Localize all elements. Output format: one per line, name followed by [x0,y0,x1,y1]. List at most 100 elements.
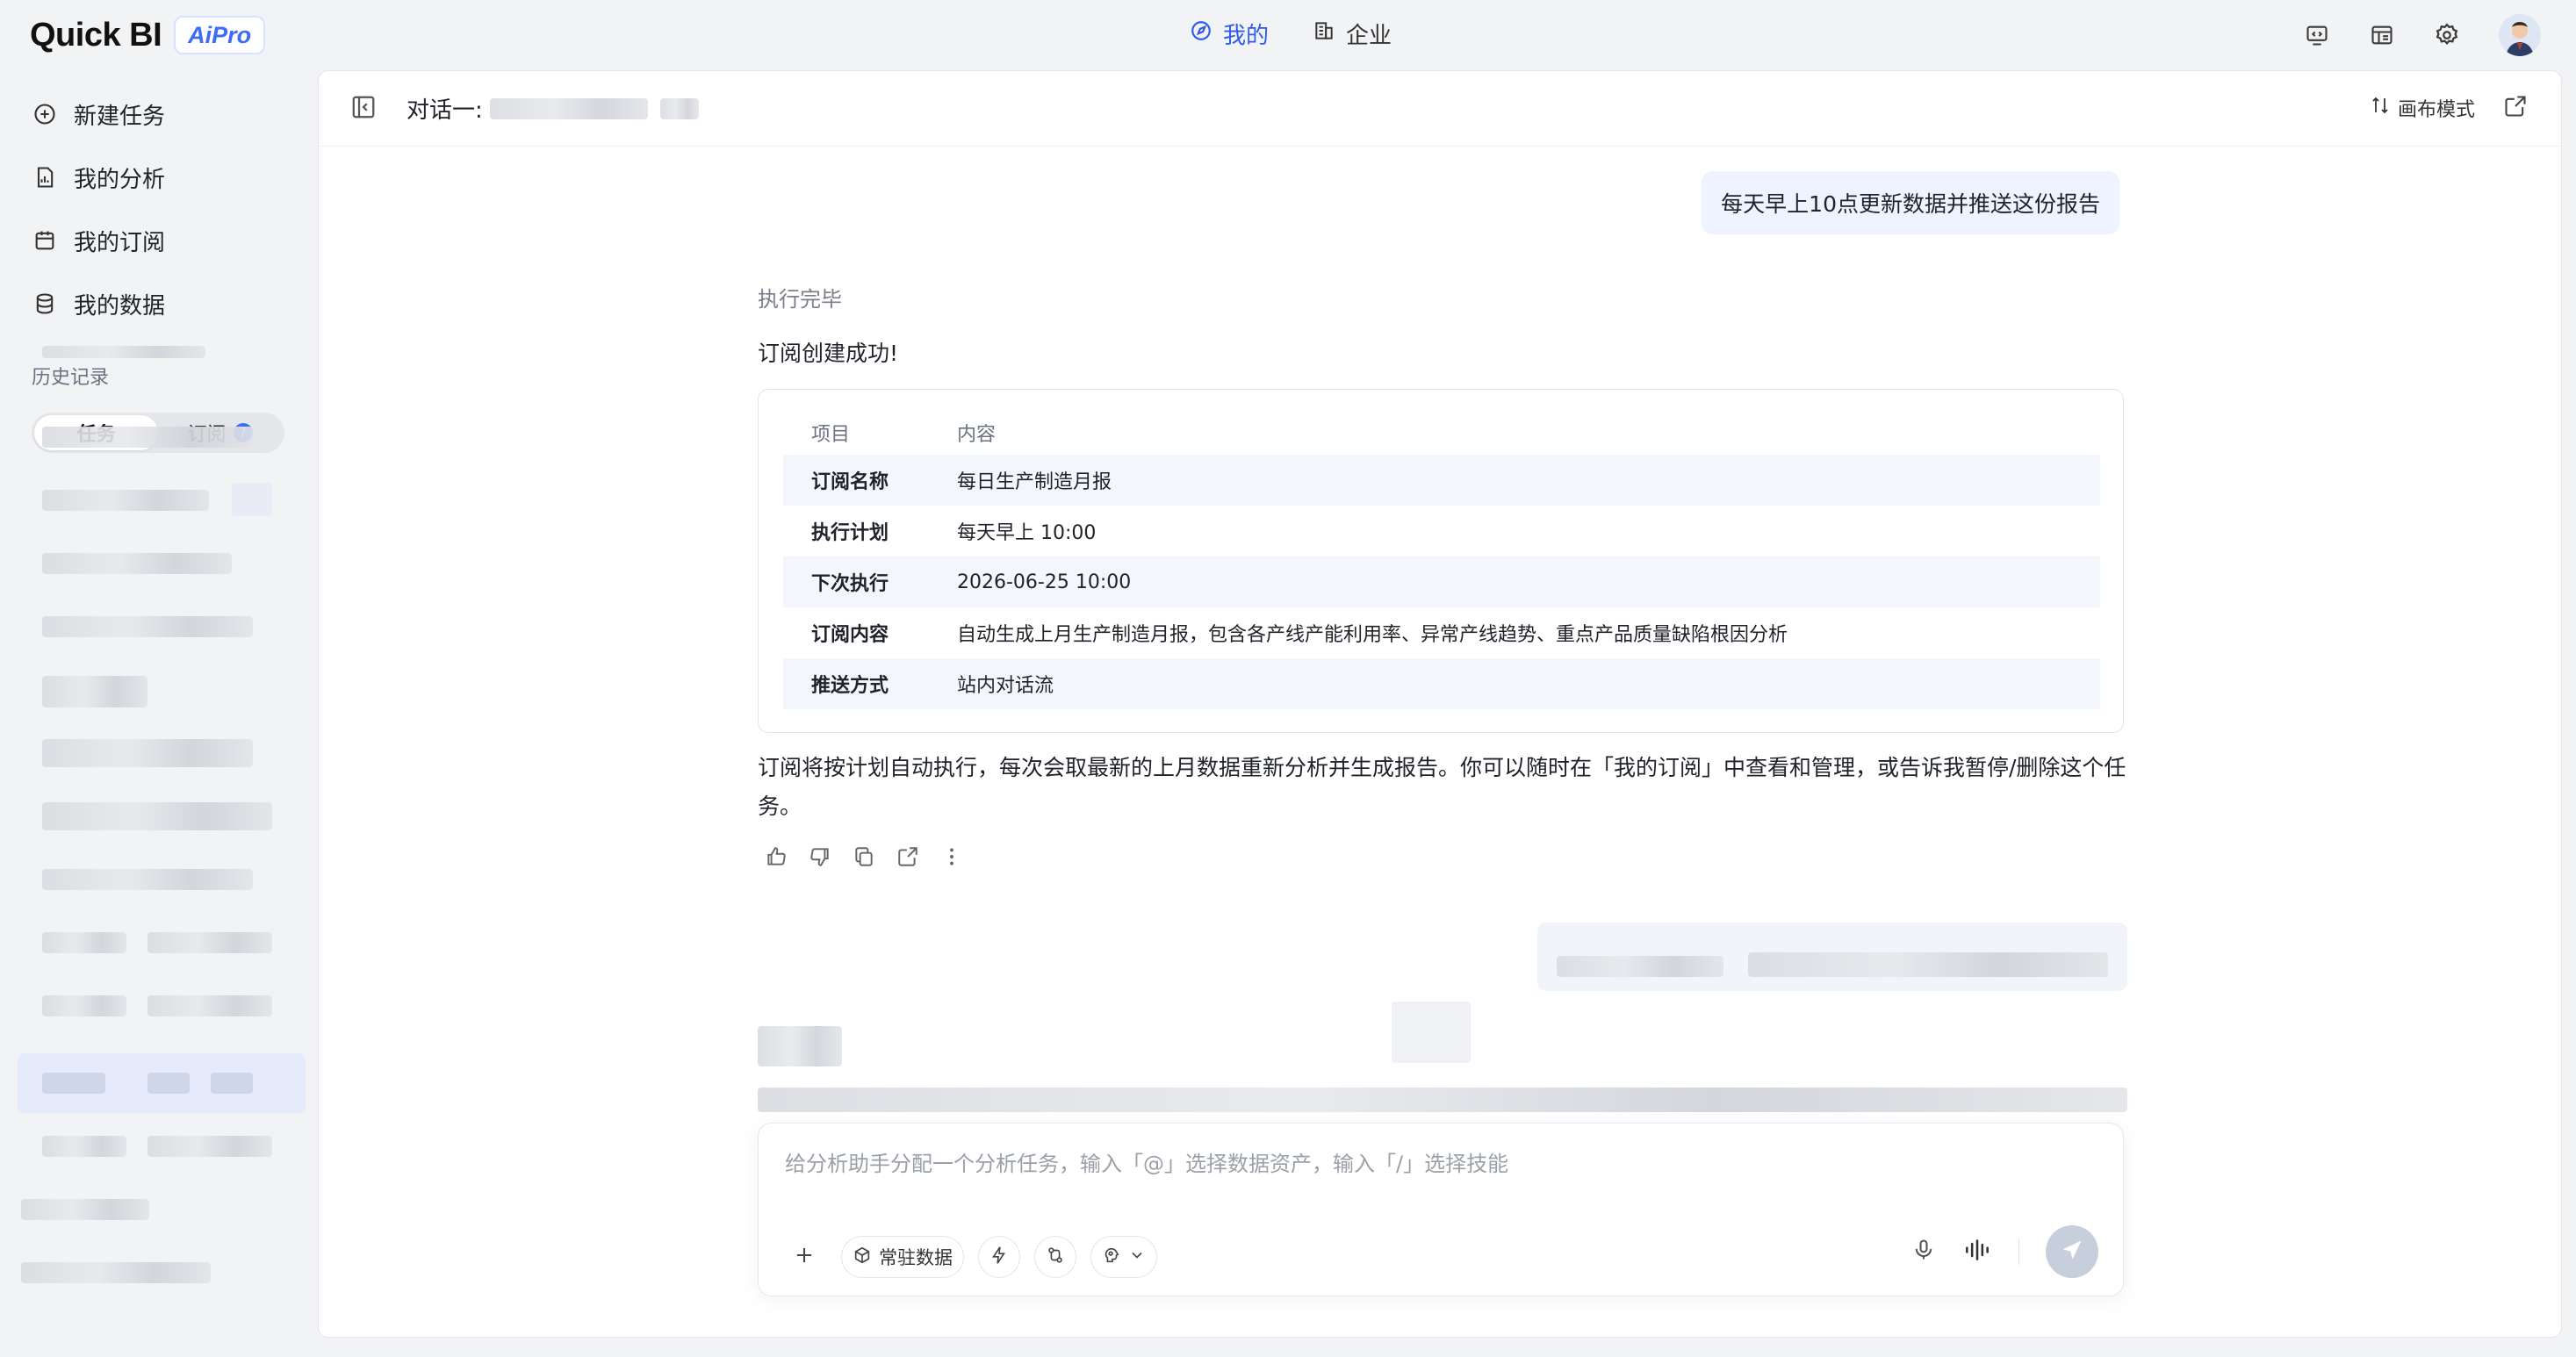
redacted-text [42,932,126,953]
sidebar-item-label: 我的数据 [74,292,166,320]
redacted-text [1748,952,2108,977]
send-button[interactable] [2046,1225,2098,1278]
microphone-icon[interactable] [1911,1238,1936,1266]
chat-panel: 对话一: 画布模式 每天早上10点更新数据并推送这份报告 执行完毕 订阅创建成功… [318,70,2562,1338]
redacted-text [21,1199,149,1220]
list-item[interactable] [18,729,281,774]
tab-mine-label: 我的 [1223,23,1270,49]
message-composer[interactable]: 给分析助手分配一个分析任务，输入「@」选择数据资产，输入「/」选择技能 常驻数据 [758,1123,2124,1296]
thumbs-up-icon[interactable] [763,844,789,870]
collapse-sidebar-icon[interactable] [350,94,378,122]
chat-header: 对话一: 画布模式 [319,71,2561,147]
success-message: 订阅创建成功! [758,341,899,366]
send-icon [2060,1238,2084,1266]
resident-data-button[interactable]: 常驻数据 [841,1236,964,1278]
table-key-cell: 执行计划 [811,522,889,544]
list-item[interactable] [18,665,281,711]
redacted-text [148,1073,190,1094]
share-icon[interactable] [895,844,921,870]
sidebar-item-my-data[interactable]: 我的数据 [0,272,313,335]
voice-wave-icon[interactable] [1962,1238,1992,1266]
redacted-text [232,483,272,516]
redacted-text [42,869,253,890]
list-item[interactable] [18,855,281,901]
subscription-table-card: 项目 内容 订阅名称 每日生产制造月报 执行计划 每天早上 10:00 下次执行… [758,389,2124,733]
list-item[interactable] [18,792,281,837]
composer-tools: 常驻数据 [781,1236,1157,1278]
list-item[interactable] [18,918,281,964]
canvas-mode-button[interactable]: 画布模式 [2370,94,2475,122]
dashboard-icon[interactable] [2369,22,2395,48]
list-item[interactable] [18,413,281,458]
redacted-text [21,1262,211,1283]
table-value-cell: 每日生产制造月报 [957,455,2100,506]
subscription-table: 项目 内容 订阅名称 每日生产制造月报 执行计划 每天早上 10:00 下次执行… [783,411,2100,709]
redacted-text [42,1073,105,1094]
conversation-title-text: 对话一: [407,97,483,124]
chevron-down-icon [1128,1246,1146,1268]
list-item[interactable] [18,1122,281,1167]
list-item-selected[interactable] [18,1053,306,1113]
table-header-row: 项目 内容 [783,411,2100,455]
thumbs-down-icon[interactable] [807,844,833,870]
redacted-text [148,932,272,953]
brand-logo[interactable]: Quick BI AiPro [30,16,266,54]
model-select-dropdown[interactable] [1090,1236,1157,1278]
add-attachment-button[interactable] [781,1236,827,1278]
user-avatar[interactable] [2499,14,2541,56]
redacted-text [42,490,209,511]
redacted-message-bubble [1537,923,2127,991]
cube-icon [853,1246,872,1269]
redacted-text [758,1026,842,1066]
sidebar-nav: 新建任务 我的分析 我的订阅 我的数据 [0,70,313,335]
sidebar-item-my-analysis[interactable]: 我的分析 [0,146,313,209]
composer-placeholder[interactable]: 给分析助手分配一个分析任务，输入「@」选择数据资产，输入「/」选择技能 [785,1146,1508,1177]
history-label: 历史记录 [32,367,110,389]
sidebar-item-my-subscriptions[interactable]: 我的订阅 [0,209,313,272]
list-item[interactable] [18,476,281,521]
list-item[interactable] [18,981,281,1027]
table-key-cell: 推送方式 [783,658,957,709]
table-row: 订阅名称 每日生产制造月报 [783,455,2100,506]
sidebar-item-new-task[interactable]: 新建任务 [0,83,313,146]
copy-icon[interactable] [851,844,877,870]
tab-enterprise[interactable]: 企业 [1313,18,1392,50]
brand-badge: AiPro [174,16,266,54]
tab-mine[interactable]: 我的 [1190,18,1269,50]
redacted-text [42,427,253,448]
list-item[interactable] [18,1185,281,1231]
plus-circle-icon [32,101,58,127]
redacted-text [659,97,699,119]
switch-arrows-icon [2370,95,2391,121]
settings-gear-icon[interactable] [2434,22,2460,48]
table-value-cell: 每天早上 10:00 [957,522,1097,544]
building-icon [1313,19,1335,48]
message-actions [763,844,965,870]
redacted-text [42,553,232,574]
list-item[interactable] [18,602,281,648]
redacted-text [489,97,648,119]
screen-code-icon[interactable] [2304,22,2330,48]
table-row: 下次执行 2026-06-25 10:00 [783,556,2100,607]
table-row: 推送方式 站内对话流 [783,658,2100,709]
list-item[interactable] [18,1248,281,1294]
conversation-title: 对话一: [407,92,699,125]
redacted-text [42,616,253,637]
redacted-text [42,995,126,1016]
redacted-text [1392,1002,1471,1063]
more-vertical-icon[interactable] [939,844,965,870]
table-header-cell: 内容 [957,424,997,446]
open-external-icon[interactable] [2503,94,2531,122]
divider [2018,1239,2019,1265]
composer-send-area [1911,1225,2098,1278]
redacted-text [211,1073,253,1094]
list-item[interactable] [18,539,281,585]
file-chart-icon [32,164,58,190]
quick-action-button[interactable] [978,1236,1020,1278]
sidebar-item-label: 我的分析 [74,166,166,193]
lightning-icon [989,1246,1009,1269]
skills-button[interactable] [1034,1236,1076,1278]
table-key-cell: 订阅名称 [783,455,957,506]
assistant-description: 订阅将按计划自动执行，每次会取最新的上月数据重新分析并生成报告。你可以随时在「我… [758,755,2126,819]
table-key-cell: 订阅内容 [811,624,889,646]
